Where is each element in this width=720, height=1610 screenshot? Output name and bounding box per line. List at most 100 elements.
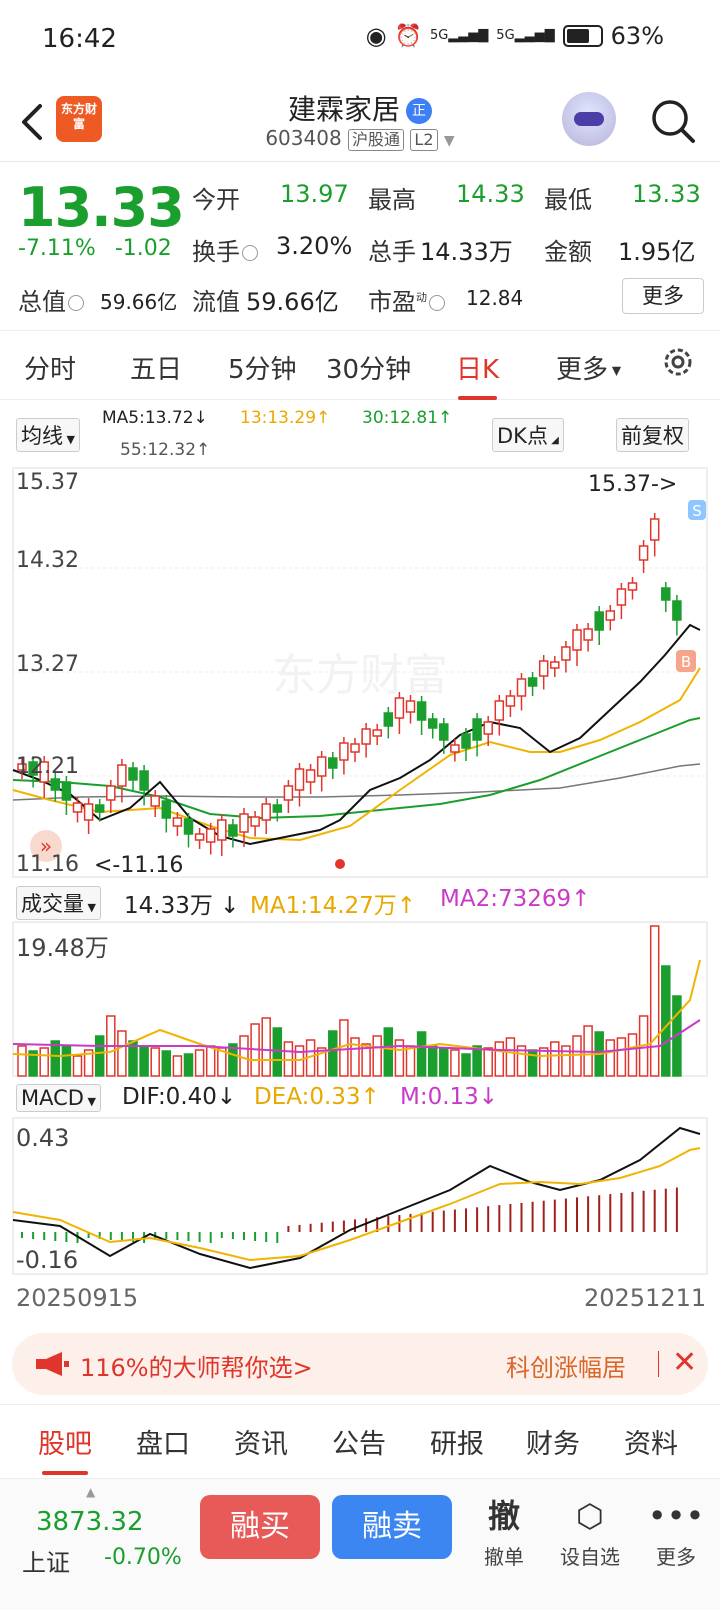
macd-selector[interactable]: MACD ▼: [16, 1084, 101, 1112]
ma13-line: [12, 667, 701, 842]
volume-bar: [572, 1035, 582, 1077]
settings-gear-icon[interactable]: [660, 344, 696, 380]
volume-bar: [472, 1045, 482, 1077]
volume-bar: [583, 1025, 593, 1077]
volume-bar: [83, 1049, 94, 1077]
dk-point-selector[interactable]: DK点 ◢: [492, 418, 564, 452]
banner-text-main: 116%的大师帮你选>: [80, 1354, 313, 1382]
status-bar: 16:42 ◉ ⏰ 5G▂▃▅▇ 5G▂▃▅▇ 63%: [0, 0, 720, 80]
volume-ma2-line: [12, 1019, 701, 1054]
candle-body: [272, 804, 283, 813]
volume-bar: [239, 1035, 249, 1077]
turnover-value: 3.20%: [276, 232, 353, 260]
candle-body: [139, 770, 149, 791]
low-label: 最低: [544, 186, 592, 214]
macd-y-bottom: -0.16: [16, 1246, 79, 1274]
assistant-robot-icon[interactable]: [562, 92, 616, 146]
tab-news[interactable]: 资讯: [234, 1422, 288, 1461]
candle-body: [150, 795, 160, 807]
volume-bar: [627, 1033, 638, 1077]
volume-y-max: 19.48万: [16, 934, 109, 962]
margin-buy-button[interactable]: 融买: [200, 1495, 320, 1559]
volume-bar: [128, 1040, 138, 1077]
candle-body: [283, 785, 294, 801]
candle-body: [250, 816, 260, 827]
stock-code: 603408: [265, 126, 342, 150]
candle-body: [61, 781, 72, 801]
volume-bar: [161, 1050, 172, 1077]
promo-banner[interactable]: 116%的大师帮你选> 科创涨幅居 ✕: [12, 1333, 708, 1395]
low-value: 13.33: [632, 180, 701, 208]
volume-bar: [94, 1035, 105, 1077]
eye-icon: ◉: [365, 22, 387, 50]
cancel-order-button[interactable]: 撤 撤单: [464, 1495, 544, 1570]
candle-body: [483, 721, 493, 735]
ma-selector[interactable]: 均线 ▼: [16, 418, 80, 452]
macd-y-top: 0.43: [16, 1124, 70, 1152]
tab-profile[interactable]: 资料: [624, 1422, 678, 1461]
volume-bar: [461, 1053, 471, 1077]
adjust-selector[interactable]: 前复权: [616, 418, 689, 452]
tab-30min[interactable]: 30分钟: [326, 349, 411, 386]
volume-bar: [661, 965, 671, 1077]
stock-name: 建霖家居: [287, 93, 400, 126]
more-quote-button[interactable]: 更多: [622, 278, 704, 314]
candle-body: [416, 701, 427, 721]
cancel-icon: 撤: [487, 1497, 520, 1535]
amount-label: 金额: [544, 238, 592, 266]
ma30-value: 30:12.81↑: [362, 408, 453, 428]
candle-body: [172, 817, 183, 827]
candle-body: [383, 712, 394, 727]
volume-current: 14.33万 ↓: [124, 893, 240, 919]
candle-body: [305, 769, 316, 783]
candle-body: [627, 582, 638, 591]
more-button[interactable]: ••• 更多: [636, 1495, 716, 1570]
tab-intraday[interactable]: 分时: [24, 349, 76, 386]
index-name[interactable]: 上证: [22, 1543, 70, 1578]
tab-more[interactable]: 更多 ▼: [556, 349, 621, 386]
tab-forum[interactable]: 股吧: [38, 1422, 92, 1475]
volume-selector[interactable]: 成交量 ▼: [16, 886, 101, 920]
ma5-value: MA5:13.72↓: [102, 408, 208, 428]
tab-announcements[interactable]: 公告: [332, 1422, 386, 1461]
candle-body: [205, 828, 216, 843]
search-icon[interactable]: [650, 98, 696, 144]
volume-bar: [383, 1027, 394, 1077]
tab-5min[interactable]: 5分钟: [228, 349, 297, 386]
dea-line: [12, 1147, 701, 1262]
tab-five-day[interactable]: 五日: [130, 349, 182, 386]
high-label: 最高: [368, 186, 416, 214]
tab-financials[interactable]: 财务: [526, 1422, 580, 1461]
info-icon: [429, 295, 445, 311]
volume-bar: [527, 1049, 538, 1077]
volume-bars: [17, 925, 682, 1077]
volume-bar: [205, 1045, 216, 1077]
candle-body: [605, 610, 616, 621]
candle-body: [538, 660, 549, 677]
tab-research[interactable]: 研报: [430, 1422, 484, 1461]
volume-bar: [139, 1045, 149, 1077]
candle-body: [239, 813, 249, 833]
tab-order-book[interactable]: 盘口: [136, 1422, 190, 1461]
stock-header: 东方财富 建霖家居正 603408 沪股通 L2 ▼: [0, 80, 720, 162]
turnover-label: 换手: [192, 232, 258, 267]
price-change: -7.11% -1.02: [18, 236, 172, 261]
amount-value: 1.95亿: [618, 238, 696, 266]
add-watchlist-button[interactable]: ⬡ 设自选: [550, 1495, 630, 1570]
index-change: -0.70%: [104, 1545, 182, 1570]
candle-body: [672, 600, 682, 621]
candle-body: [661, 587, 671, 601]
change-percent: -7.11%: [18, 236, 96, 261]
pe-value: 12.84: [466, 286, 524, 310]
volume-bar: [394, 1039, 405, 1077]
volume-bar: [328, 1030, 338, 1077]
candle-body: [516, 678, 527, 697]
close-icon[interactable]: ✕: [672, 1345, 697, 1380]
index-value[interactable]: 3873.32: [36, 1507, 144, 1537]
margin-sell-button[interactable]: 融卖: [332, 1495, 452, 1559]
volume-value: 14.33万: [420, 238, 513, 266]
date-end: 20251211: [584, 1284, 707, 1312]
tab-daily-k[interactable]: 日K: [456, 349, 499, 400]
volume-bar: [106, 1015, 116, 1077]
date-start: 20250915: [16, 1284, 139, 1312]
